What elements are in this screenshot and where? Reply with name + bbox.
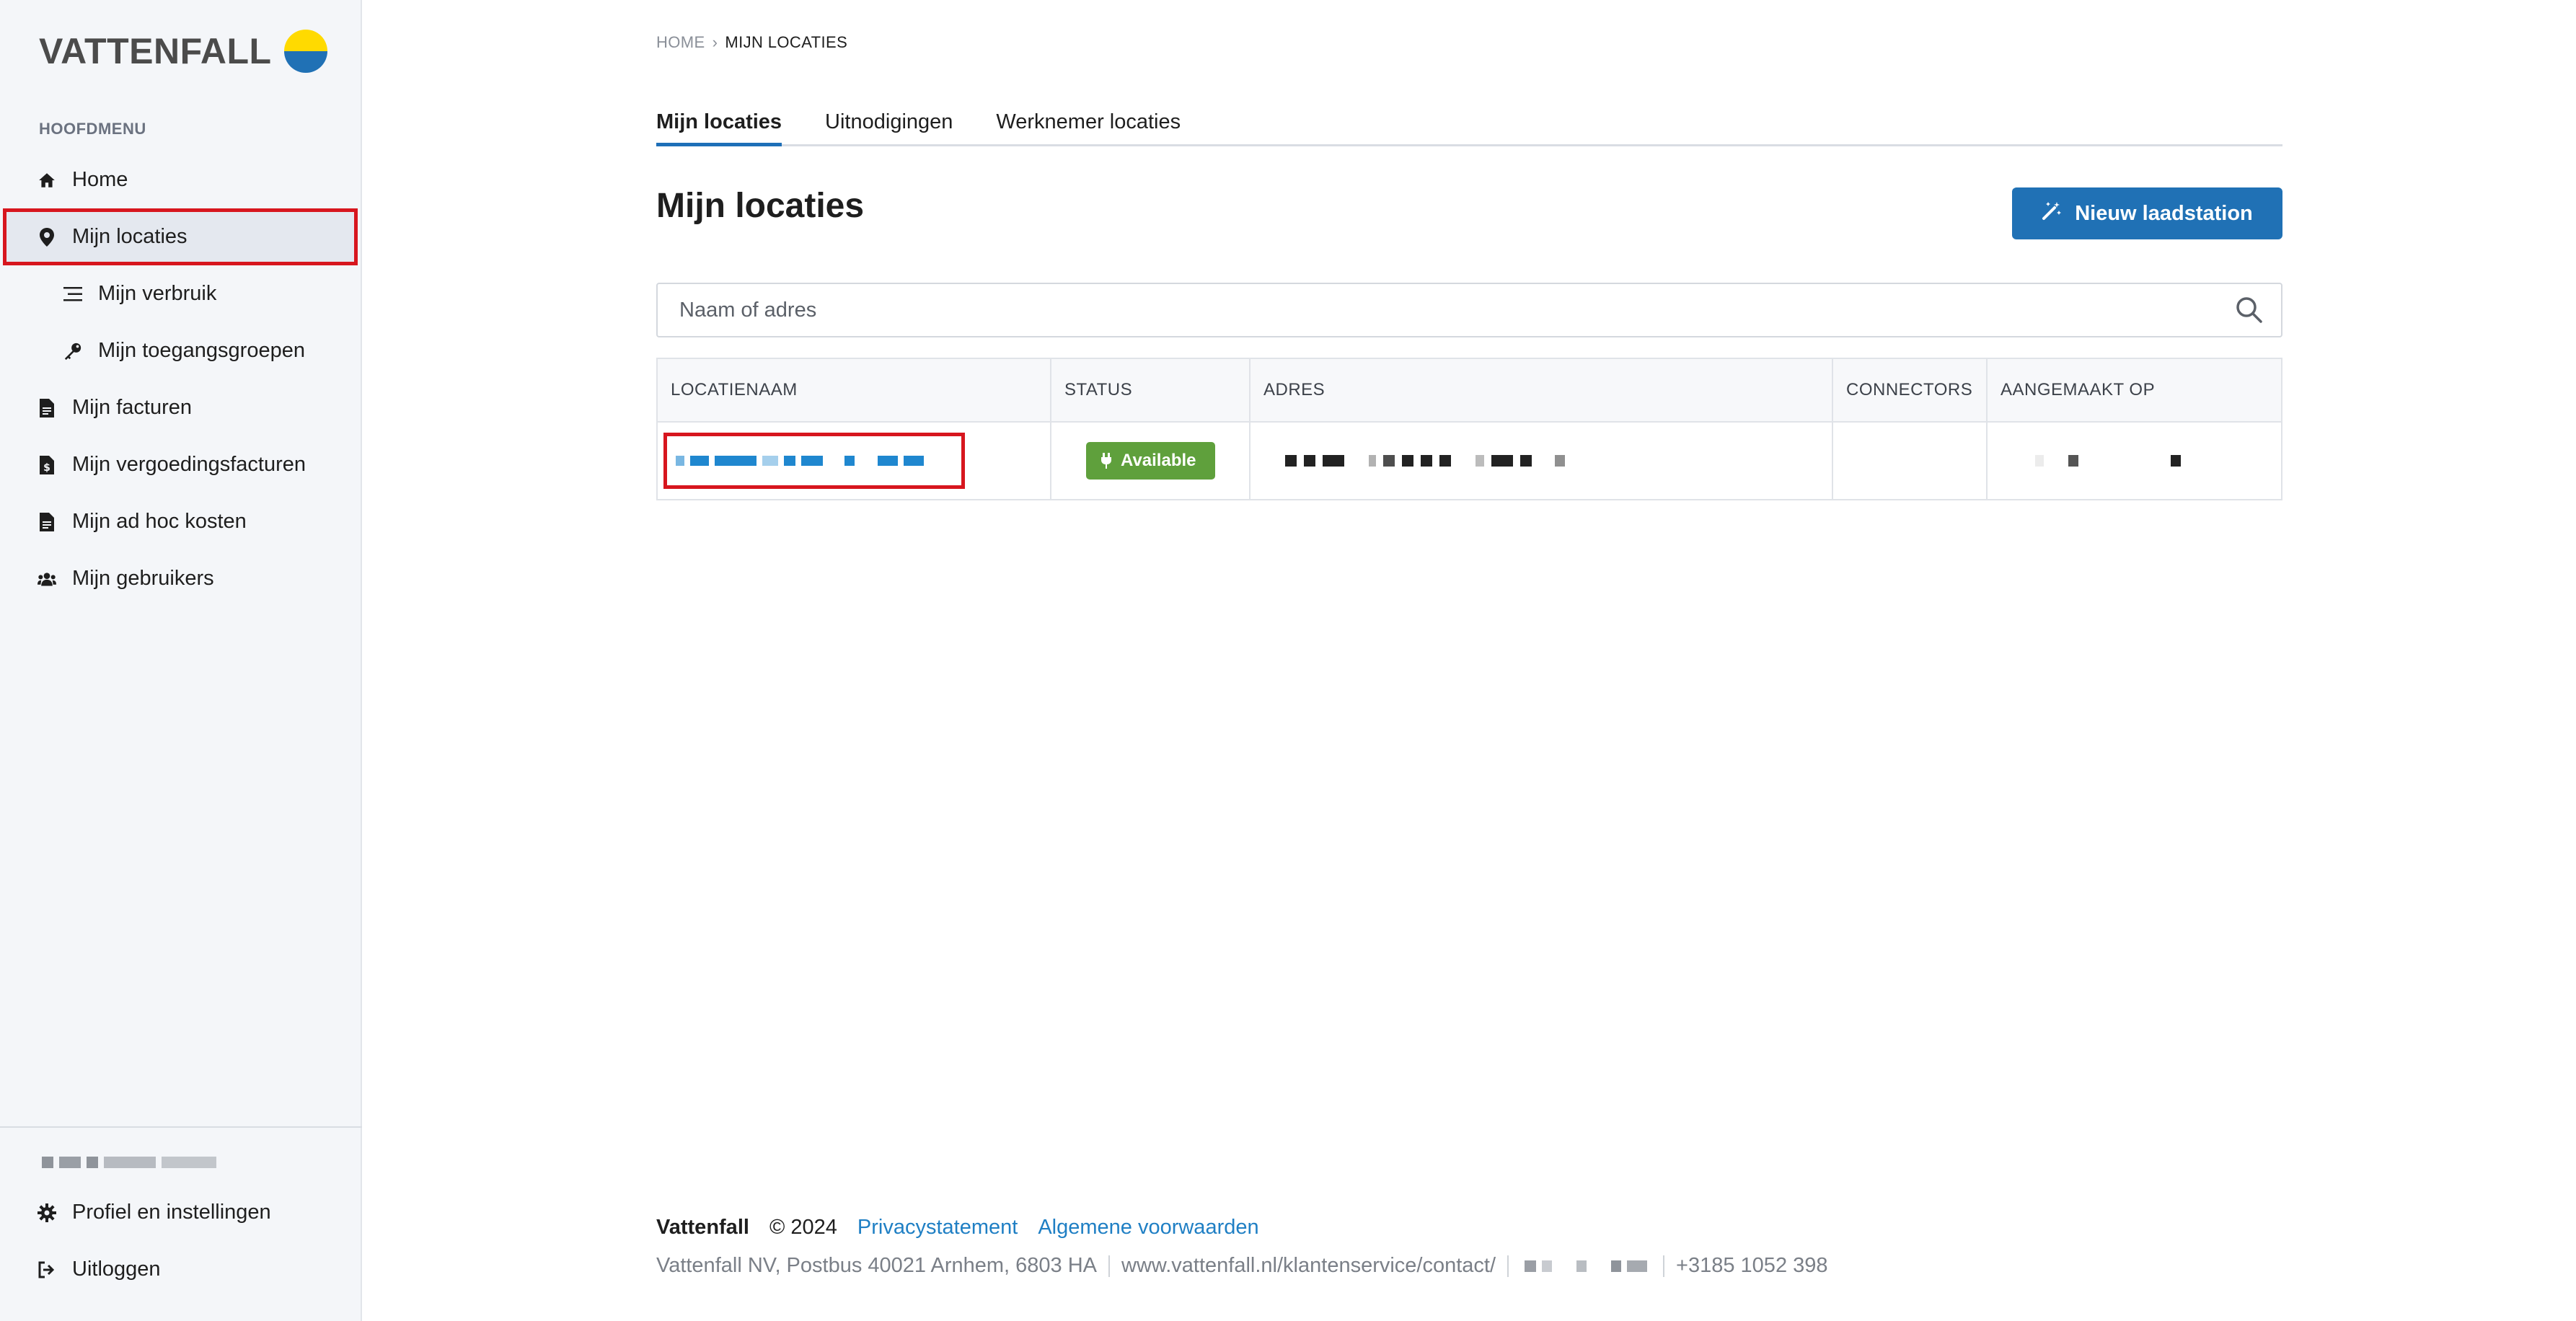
- status-text: Available: [1121, 451, 1196, 470]
- tab-uitnodigingen[interactable]: Uitnodigingen: [825, 100, 953, 144]
- menu-section-label: HOOFDMENU: [39, 120, 146, 138]
- sidebar-item-uitloggen[interactable]: Uitloggen: [0, 1241, 362, 1298]
- sidebar-item-mijn-facturen[interactable]: Mijn facturen: [0, 379, 362, 436]
- footer-url-link[interactable]: www.vattenfall.nl/klantenservice/contact…: [1121, 1254, 1496, 1278]
- new-button-label: Nieuw laadstation: [2075, 201, 2253, 225]
- sidebar-item-label: Uitloggen: [72, 1258, 161, 1281]
- column-header-aangemaakt-op[interactable]: AANGEMAAKT OP: [1988, 359, 2281, 421]
- redacted-user-name: [42, 1157, 216, 1168]
- search-icon[interactable]: [2235, 296, 2264, 324]
- footer-brand: Vattenfall: [656, 1216, 749, 1239]
- sidebar: VATTENFALL HOOFDMENU Home Mijn locaties …: [0, 0, 362, 1321]
- location-name-link[interactable]: [663, 433, 965, 489]
- sidebar-item-mijn-gebruikers[interactable]: Mijn gebruikers: [0, 550, 362, 607]
- magic-wand-icon: [2042, 200, 2062, 226]
- locations-table: LOCATIENAAM STATUS ADRES CONNECTORS AANG…: [656, 358, 2282, 500]
- sidebar-item-label: Home: [72, 168, 128, 191]
- users-icon: [38, 570, 56, 588]
- footer-phone: +3185 1052 398: [1676, 1254, 1828, 1277]
- tab-werknemer-locaties[interactable]: Werknemer locaties: [996, 100, 1181, 144]
- sidebar-item-mijn-verbruik[interactable]: Mijn verbruik: [0, 265, 362, 322]
- document-dollar-icon: $: [38, 455, 56, 474]
- footer-separator: [1663, 1255, 1665, 1277]
- column-header-adres[interactable]: ADRES: [1250, 359, 1833, 421]
- cell-locatienaam: [658, 423, 1051, 499]
- breadcrumb-home[interactable]: HOME: [656, 33, 705, 52]
- cell-connectors: [1833, 423, 1988, 499]
- footer-address: Vattenfall NV, Postbus 40021 Arnhem, 680…: [656, 1254, 1098, 1277]
- chevron-right-icon: ›: [712, 33, 718, 51]
- footer-separator: [1108, 1255, 1111, 1277]
- sidebar-item-label: Mijn ad hoc kosten: [72, 510, 247, 533]
- map-pin-icon: [38, 227, 56, 247]
- sidebar-item-home[interactable]: Home: [0, 151, 362, 208]
- page-title: Mijn locaties: [656, 187, 865, 225]
- redacted-date: [2035, 455, 2181, 467]
- footer-separator: [1507, 1255, 1509, 1277]
- logo-text: VATTENFALL: [39, 31, 272, 71]
- sidebar-item-label: Profiel en instellingen: [72, 1201, 271, 1224]
- document-icon: [38, 512, 56, 531]
- column-header-status[interactable]: STATUS: [1051, 359, 1250, 421]
- tab-bar: Mijn locaties Uitnodigingen Werknemer lo…: [656, 100, 2282, 146]
- sidebar-item-mijn-ad-hoc-kosten[interactable]: Mijn ad hoc kosten: [0, 493, 362, 550]
- sidebar-item-mijn-locaties[interactable]: Mijn locaties: [3, 208, 358, 265]
- breadcrumb: HOME › MIJN LOCATIES: [656, 33, 847, 52]
- sidebar-item-label: Mijn verbruik: [98, 282, 217, 305]
- sidebar-item-profiel[interactable]: Profiel en instellingen: [0, 1184, 362, 1241]
- logout-icon: [38, 1260, 56, 1279]
- account-menu: Profiel en instellingen Uitloggen: [0, 1184, 362, 1298]
- home-icon: [38, 171, 56, 190]
- breadcrumb-current: MIJN LOCATIES: [725, 33, 848, 51]
- footer: Vattenfall © 2024 Privacystatement Algem…: [656, 1216, 2282, 1278]
- redacted-footer-info: [1525, 1260, 1648, 1272]
- cell-status: Available: [1051, 423, 1250, 499]
- gear-icon: [38, 1203, 56, 1222]
- list-icon: [63, 285, 82, 304]
- sidebar-item-label: Mijn vergoedingsfacturen: [72, 453, 306, 476]
- terms-link[interactable]: Algemene voorwaarden: [1038, 1216, 1258, 1240]
- redacted-address: [1285, 455, 1565, 467]
- tab-mijn-locaties[interactable]: Mijn locaties: [656, 100, 782, 146]
- vattenfall-logo[interactable]: VATTENFALL: [39, 27, 328, 75]
- vattenfall-sun-icon: [283, 30, 327, 73]
- cell-adres: [1250, 423, 1833, 499]
- sidebar-item-mijn-vergoedingsfacturen[interactable]: $ Mijn vergoedingsfacturen: [0, 436, 362, 493]
- table-row[interactable]: Available: [658, 423, 2281, 499]
- search-input[interactable]: [678, 297, 2235, 323]
- column-header-locatienaam[interactable]: LOCATIENAAM: [658, 359, 1051, 421]
- sidebar-item-label: Mijn locaties: [72, 225, 188, 248]
- sidebar-item-label: Mijn gebruikers: [72, 567, 214, 590]
- svg-text:$: $: [43, 462, 50, 474]
- column-header-connectors[interactable]: CONNECTORS: [1833, 359, 1988, 421]
- privacy-statement-link[interactable]: Privacystatement: [857, 1216, 1018, 1240]
- footer-copyright: © 2024: [769, 1216, 837, 1239]
- new-charging-station-button[interactable]: Nieuw laadstation: [2012, 187, 2282, 239]
- status-badge: Available: [1086, 442, 1215, 480]
- key-icon: [63, 342, 82, 361]
- sidebar-item-mijn-toegangsgroepen[interactable]: Mijn toegangsgroepen: [0, 322, 362, 379]
- document-icon: [38, 398, 56, 417]
- table-header: LOCATIENAAM STATUS ADRES CONNECTORS AANG…: [658, 359, 2281, 423]
- main-menu: Home Mijn locaties Mijn verbruik Mijn to…: [0, 151, 362, 607]
- sidebar-divider: [0, 1126, 362, 1128]
- search-box: [656, 283, 2282, 337]
- sidebar-item-label: Mijn facturen: [72, 396, 193, 419]
- cell-aangemaakt-op: [1988, 423, 2281, 499]
- sidebar-item-label: Mijn toegangsgroepen: [98, 339, 305, 362]
- plug-icon: [1101, 453, 1111, 469]
